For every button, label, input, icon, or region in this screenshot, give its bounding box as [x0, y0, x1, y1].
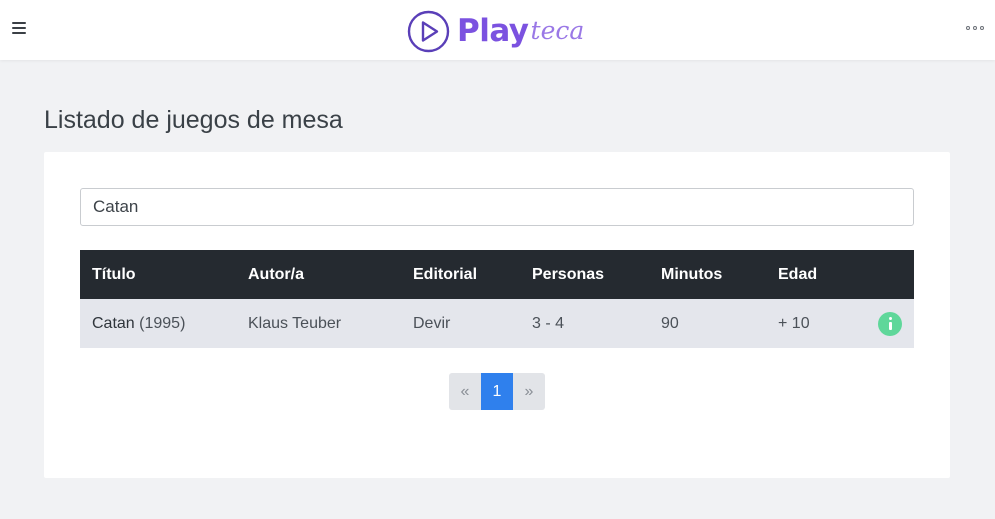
more-options-icon[interactable] [966, 25, 984, 31]
games-table: Título Autor/a Editorial Personas Minuto… [80, 250, 914, 348]
cell-author: Klaus Teuber [248, 314, 342, 332]
top-navbar: Play teca [0, 0, 995, 60]
playteca-logo[interactable]: Play teca [407, 9, 589, 53]
pagination-prev-button[interactable]: « [449, 373, 481, 410]
cell-players: 3 - 4 [532, 314, 565, 332]
cell-title[interactable]: Catan (1995) [80, 299, 236, 348]
column-header-players: Personas [532, 265, 605, 283]
game-year: (1995) [139, 314, 186, 332]
search-input[interactable] [80, 188, 914, 226]
info-icon[interactable] [878, 311, 902, 336]
column-header-title: Título [92, 265, 136, 283]
game-title: Catan [92, 314, 135, 332]
page-title: Listado de juegos de mesa [44, 106, 343, 134]
column-header-minutes: Minutos [661, 265, 723, 283]
pagination-next-button[interactable]: » [513, 373, 545, 410]
cell-publisher: Devir [413, 314, 451, 332]
column-header-publisher: Editorial [413, 265, 478, 283]
menu-icon[interactable] [12, 22, 26, 36]
cell-age: + 10 [778, 314, 810, 332]
column-header-actions [866, 250, 914, 299]
logo-word-play: Play [457, 13, 529, 49]
pagination: « 1 » [449, 373, 545, 410]
column-header-age: Edad [778, 265, 818, 283]
pagination-page-1[interactable]: 1 [481, 373, 513, 410]
cell-minutes: 90 [661, 314, 679, 332]
games-card: Título Autor/a Editorial Personas Minuto… [44, 152, 950, 478]
play-circle-icon [407, 10, 450, 52]
column-header-author: Autor/a [248, 265, 304, 283]
cell-actions [866, 299, 914, 348]
table-row[interactable]: Catan (1995) Klaus Teuber Devir 3 - 4 90… [80, 299, 914, 348]
logo-word-teca: teca [530, 16, 585, 45]
table-header-row: Título Autor/a Editorial Personas Minuto… [80, 250, 914, 299]
